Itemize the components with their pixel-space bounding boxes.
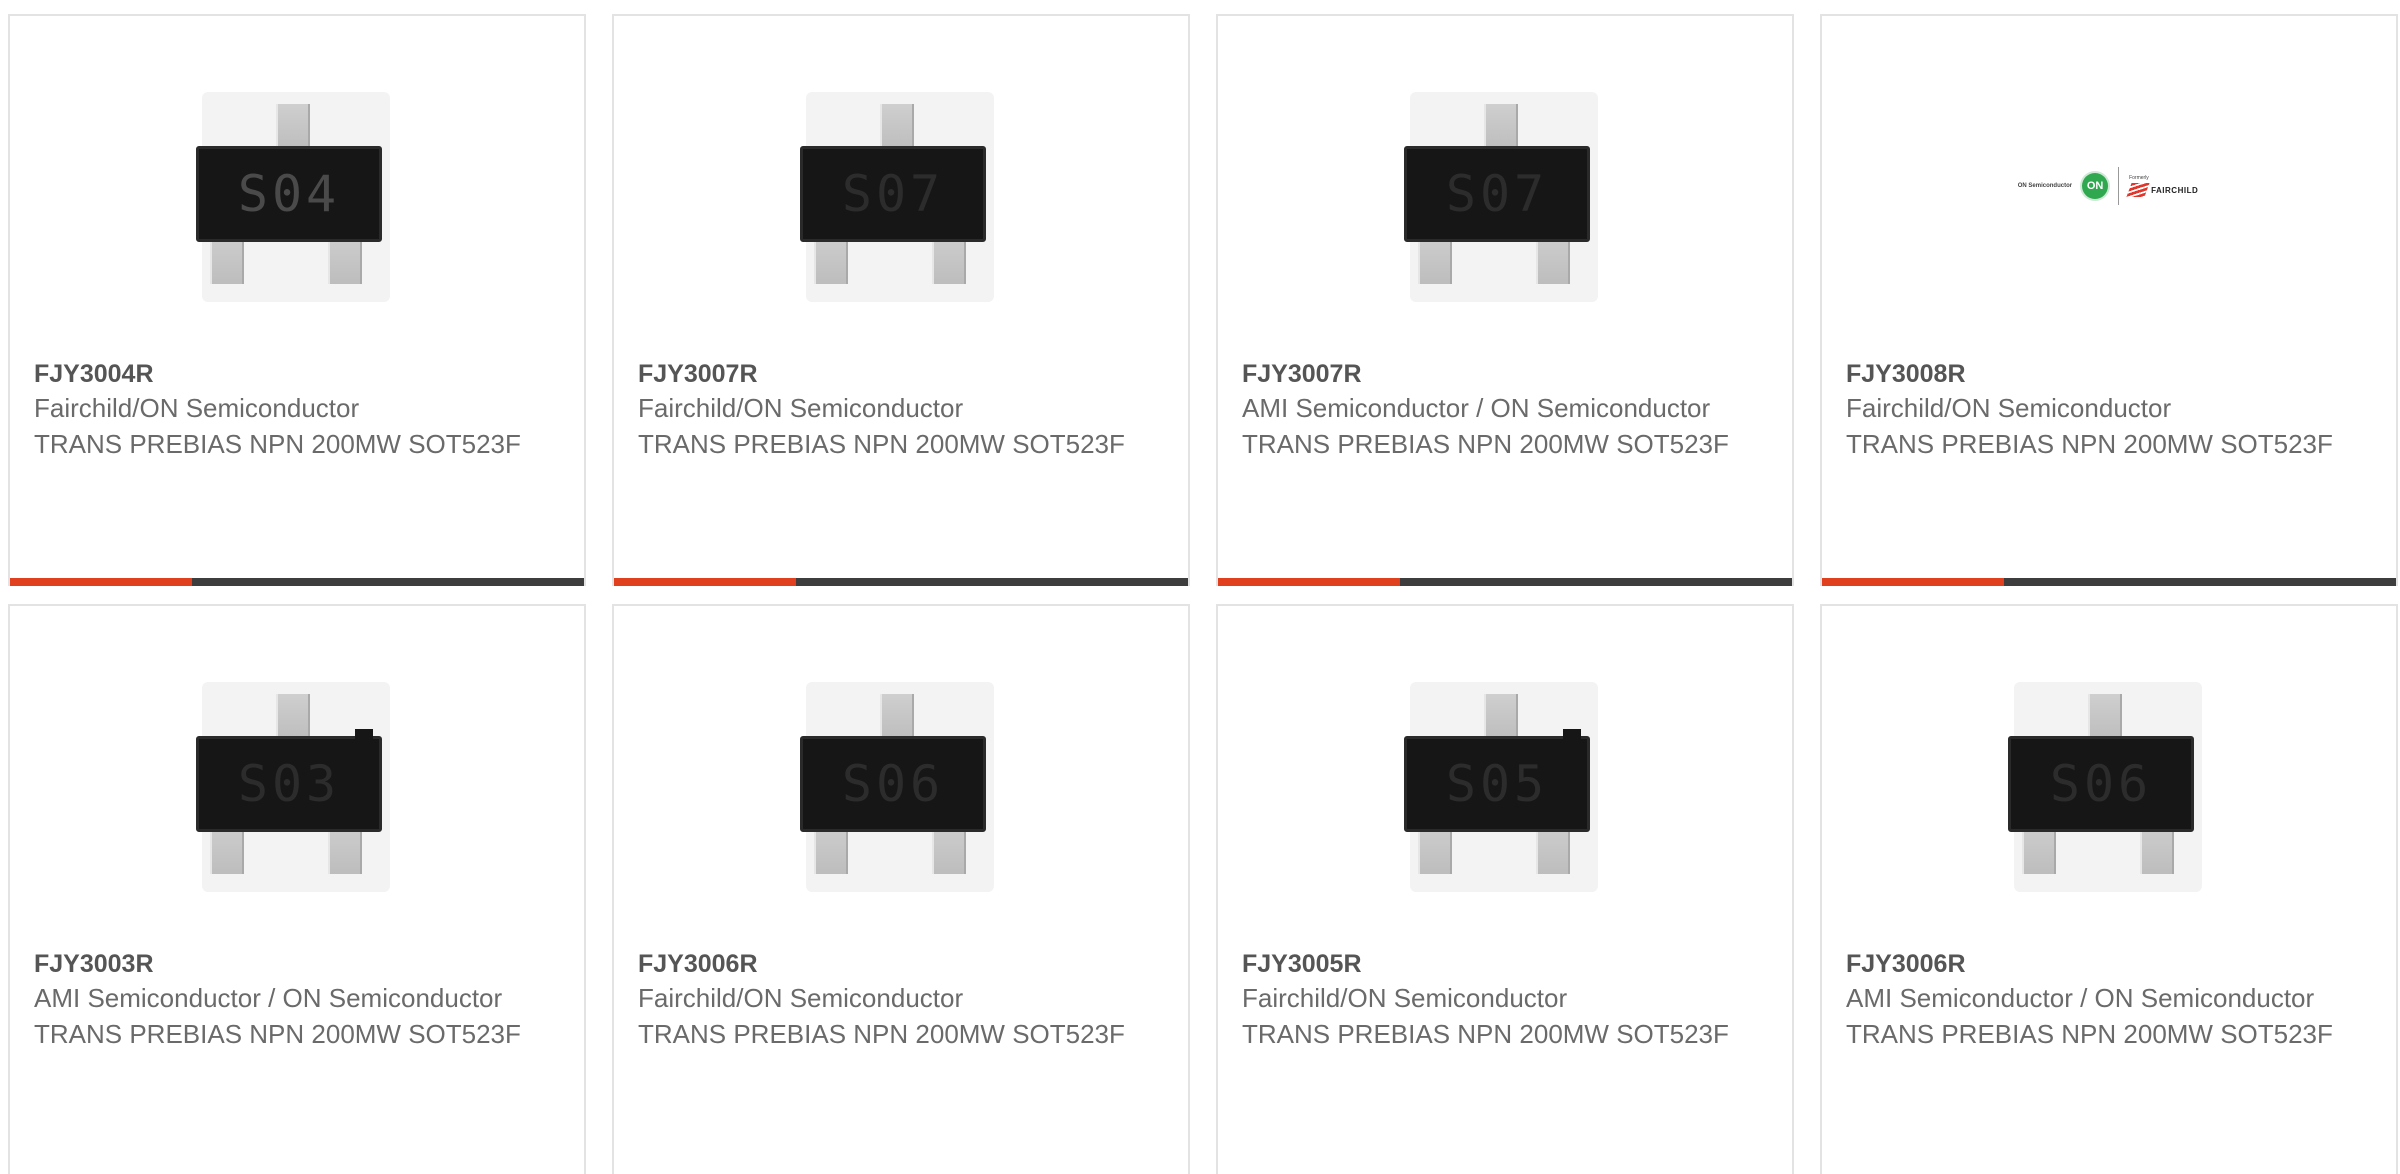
chip-marking: S05	[1445, 755, 1549, 813]
product-card[interactable]: S04 FJY3004R Fairchild/ON Semiconductor …	[8, 14, 586, 586]
manufacturer: AMI Semiconductor / ON Semiconductor	[1846, 983, 2315, 1013]
part-number[interactable]: FJY3003R	[34, 948, 534, 980]
part-number[interactable]: FJY3008R	[1846, 358, 2346, 390]
product-description: TRANS PREBIAS NPN 200MW SOT523F	[1242, 1019, 1729, 1049]
part-number[interactable]: FJY3007R	[638, 358, 1138, 390]
product-card[interactable]: S06 FJY3006R AMI Semiconductor / ON Semi…	[1820, 604, 2398, 1174]
logo-company-text: ON Semiconductor	[2017, 183, 2073, 189]
fairchild-stripes-icon	[2126, 183, 2150, 197]
product-card[interactable]: S06 FJY3006R Fairchild/ON Semiconductor …	[612, 604, 1190, 1174]
card-accent-stripe	[1822, 578, 2004, 586]
fairchild-logo: Formerly FAIRCHILD	[2126, 175, 2199, 197]
manufacturer: AMI Semiconductor / ON Semiconductor	[34, 983, 503, 1013]
card-bottom-bar	[1822, 578, 2396, 586]
logo-formerly-text: Formerly	[2129, 175, 2149, 181]
card-accent-stripe	[1218, 578, 1400, 586]
product-card[interactable]: S07 FJY3007R Fairchild/ON Semiconductor …	[612, 14, 1190, 586]
product-image[interactable]: S06	[614, 606, 1188, 936]
chip-marking: S07	[1445, 165, 1549, 223]
product-description: TRANS PREBIAS NPN 200MW SOT523F	[1846, 429, 2333, 459]
product-card[interactable]: S07 FJY3007R AMI Semiconductor / ON Semi…	[1216, 14, 1794, 586]
logo-divider	[2118, 167, 2120, 205]
product-image[interactable]: S03	[10, 606, 584, 936]
transistor-image: S04	[196, 92, 396, 302]
product-description: TRANS PREBIAS NPN 200MW SOT523F	[1846, 1019, 2333, 1049]
manufacturer: Fairchild/ON Semiconductor	[638, 983, 964, 1013]
product-image[interactable]: S07	[1218, 16, 1792, 346]
brand-logo: ON Semiconductor ON Formerly FAIRCHILD	[2008, 156, 2208, 216]
manufacturer: Fairchild/ON Semiconductor	[1846, 393, 2172, 423]
transistor-image: S07	[1404, 92, 1604, 302]
chip-marking: S07	[841, 165, 945, 223]
chip-marking: S04	[237, 165, 341, 223]
chip-marking: S03	[237, 755, 341, 813]
card-accent-stripe	[614, 578, 796, 586]
transistor-image: S05	[1404, 682, 1604, 892]
transistor-image: S03	[196, 682, 396, 892]
chip-marking: S06	[841, 755, 945, 813]
manufacturer: Fairchild/ON Semiconductor	[34, 393, 360, 423]
product-image[interactable]: ON Semiconductor ON Formerly FAIRCHILD	[1822, 16, 2396, 346]
product-description: TRANS PREBIAS NPN 200MW SOT523F	[1242, 429, 1729, 459]
part-number[interactable]: FJY3006R	[638, 948, 1138, 980]
part-number[interactable]: FJY3005R	[1242, 948, 1742, 980]
on-semiconductor-logo-icon: ON	[2082, 173, 2109, 199]
card-bottom-bar	[614, 578, 1188, 586]
product-description: TRANS PREBIAS NPN 200MW SOT523F	[34, 1019, 521, 1049]
part-number[interactable]: FJY3004R	[34, 358, 534, 390]
manufacturer: Fairchild/ON Semiconductor	[1242, 983, 1568, 1013]
product-image[interactable]: S06	[1822, 606, 2396, 936]
transistor-image: S06	[800, 682, 1000, 892]
product-image[interactable]: S07	[614, 16, 1188, 346]
logo-brand-text: FAIRCHILD	[2151, 185, 2199, 195]
card-accent-stripe	[10, 578, 192, 586]
manufacturer: Fairchild/ON Semiconductor	[638, 393, 964, 423]
card-bottom-bar	[1218, 578, 1792, 586]
card-bottom-bar	[10, 578, 584, 586]
product-image[interactable]: S04	[10, 16, 584, 346]
part-number[interactable]: FJY3006R	[1846, 948, 2346, 980]
transistor-image: S06	[2008, 682, 2208, 892]
product-description: TRANS PREBIAS NPN 200MW SOT523F	[638, 429, 1125, 459]
product-card[interactable]: S03 FJY3003R AMI Semiconductor / ON Semi…	[8, 604, 586, 1174]
transistor-image: S07	[800, 92, 1000, 302]
product-image[interactable]: S05	[1218, 606, 1792, 936]
product-grid: S04 FJY3004R Fairchild/ON Semiconductor …	[0, 0, 2400, 1174]
part-number[interactable]: FJY3007R	[1242, 358, 1742, 390]
product-card[interactable]: ON Semiconductor ON Formerly FAIRCHILD F…	[1820, 14, 2398, 586]
product-description: TRANS PREBIAS NPN 200MW SOT523F	[638, 1019, 1125, 1049]
manufacturer: AMI Semiconductor / ON Semiconductor	[1242, 393, 1711, 423]
product-description: TRANS PREBIAS NPN 200MW SOT523F	[34, 429, 521, 459]
chip-marking: S06	[2049, 755, 2153, 813]
product-card[interactable]: S05 FJY3005R Fairchild/ON Semiconductor …	[1216, 604, 1794, 1174]
